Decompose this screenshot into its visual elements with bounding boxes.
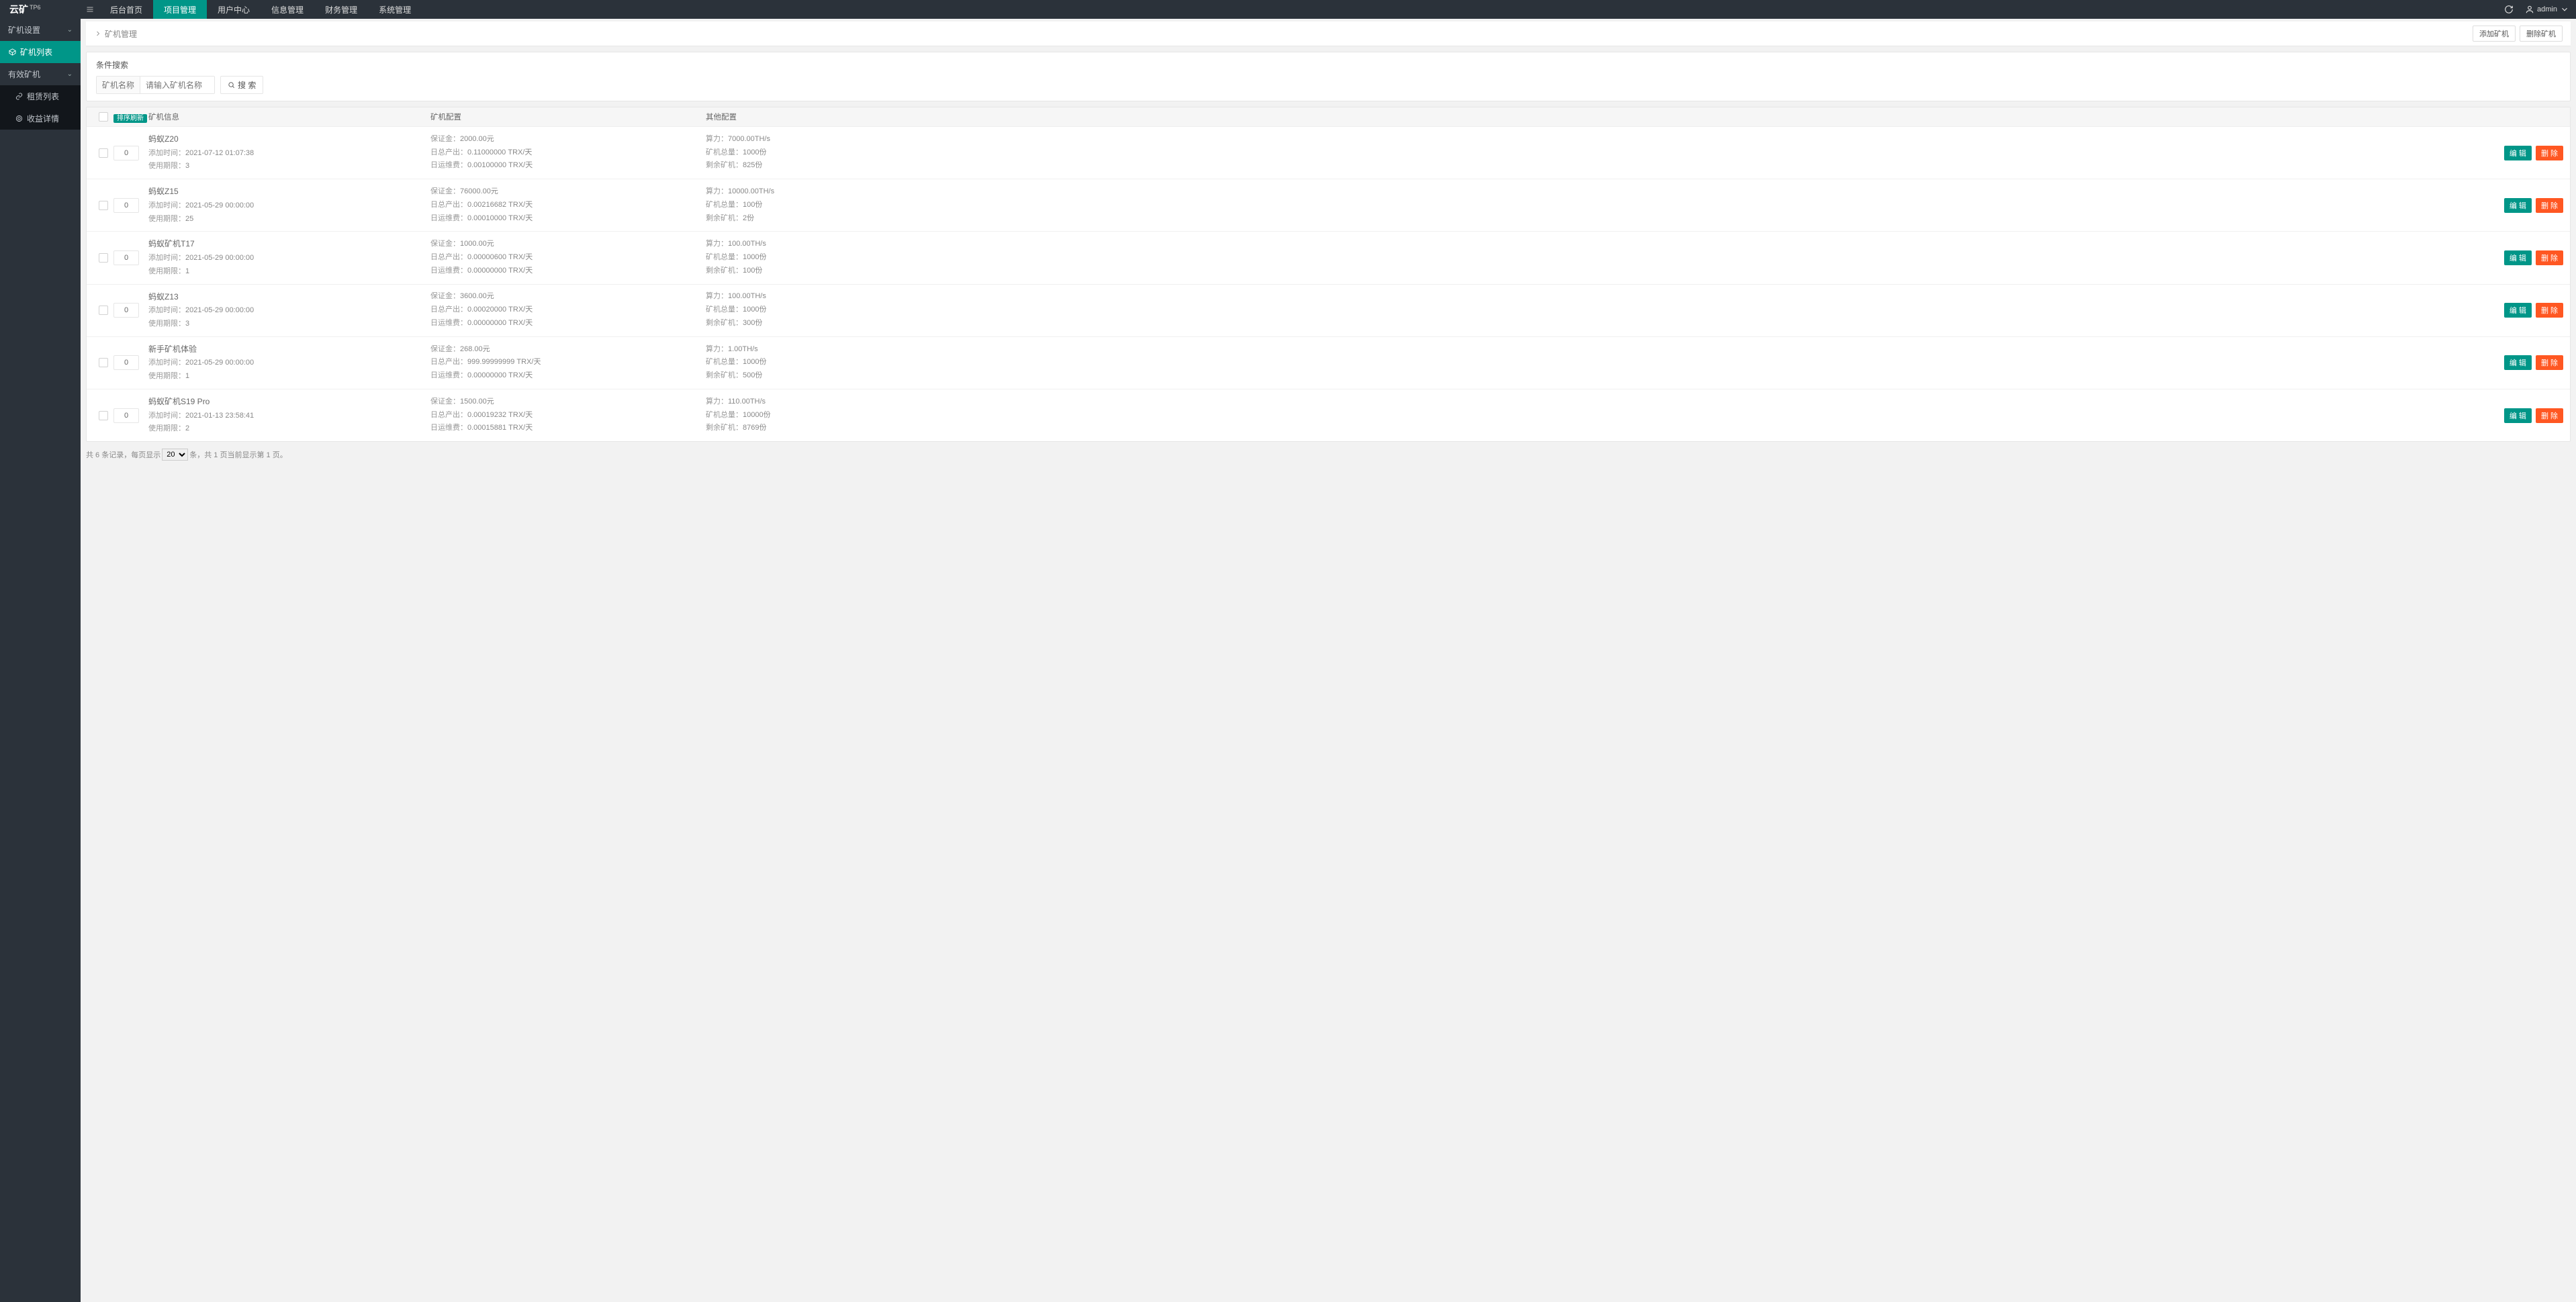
sort-input[interactable] <box>113 146 139 160</box>
row-checkbox[interactable] <box>99 411 108 420</box>
edit-button[interactable]: 编 辑 <box>2504 250 2532 265</box>
search-icon <box>228 81 235 89</box>
search-button-label: 搜 索 <box>238 79 256 91</box>
row-checkbox[interactable] <box>99 253 108 263</box>
delete-button[interactable]: 删 除 <box>2536 355 2563 370</box>
cube-icon <box>8 48 16 56</box>
user-name: admin <box>2537 5 2557 13</box>
th-conf: 矿机配置 <box>430 111 706 122</box>
row-checkbox[interactable] <box>99 306 108 315</box>
menu-toggle-icon[interactable] <box>81 0 99 19</box>
miner-table: 排序刷新 矿机信息 矿机配置 其他配置 蚂蚁Z20 添加时间：2021-07-1… <box>86 107 2571 442</box>
main: 矿机管理 添加矿机 删除矿机 条件搜索 矿机名称 搜 索 <box>81 19 2576 1302</box>
sort-input[interactable] <box>113 303 139 318</box>
miner-name: 新手矿机体验 <box>148 342 430 357</box>
link-icon <box>15 93 23 101</box>
sidebar: 矿机设置⌄矿机列表有效矿机⌄租赁列表收益详情 <box>0 19 81 1302</box>
table-row: 蚂蚁矿机S19 Pro 添加时间：2021-01-13 23:58:41 使用期… <box>87 389 2570 441</box>
sort-refresh-tag[interactable]: 排序刷新 <box>113 114 147 123</box>
sort-input[interactable] <box>113 408 139 423</box>
brand-sup: TP6 <box>30 4 41 11</box>
delete-miner-button[interactable]: 删除矿机 <box>2520 26 2563 42</box>
chevron-down-icon: ⌄ <box>67 71 73 78</box>
pager: 共 6 条记录，每页显示 20 条，共 1 页当前显示第 1 页。 <box>86 449 2571 461</box>
topbar: 云矿 TP6 后台首页项目管理用户中心信息管理财务管理系统管理 admin <box>0 0 2576 19</box>
delete-button[interactable]: 删 除 <box>2536 250 2563 265</box>
page-size-select[interactable]: 20 <box>162 449 188 461</box>
search-input-group: 矿机名称 <box>96 76 215 94</box>
th-info: 矿机信息 <box>148 111 430 122</box>
topnav-item[interactable]: 后台首页 <box>99 0 153 19</box>
search-input[interactable] <box>140 77 214 93</box>
sidebar-item[interactable]: 租赁列表 <box>0 85 81 107</box>
table-head: 排序刷新 矿机信息 矿机配置 其他配置 <box>87 107 2570 127</box>
delete-button[interactable]: 删 除 <box>2536 303 2563 318</box>
pager-suffix: 条，共 1 页当前显示第 1 页。 <box>189 449 287 460</box>
miner-name: 蚂蚁Z15 <box>148 185 430 199</box>
row-checkbox[interactable] <box>99 358 108 367</box>
miner-name: 蚂蚁矿机T17 <box>148 237 430 252</box>
chevron-down-icon: ⌄ <box>67 26 73 34</box>
sidebar-item[interactable]: 收益详情 <box>0 107 81 130</box>
sidebar-item[interactable]: 矿机列表 <box>0 41 81 63</box>
search-panel-title: 条件搜索 <box>96 59 2561 71</box>
topnav-item[interactable]: 系统管理 <box>368 0 422 19</box>
chevron-down-icon <box>2560 5 2569 14</box>
user-menu[interactable]: admin <box>2525 5 2569 14</box>
breadcrumb-icon <box>94 30 102 38</box>
sidebar-group[interactable]: 矿机设置⌄ <box>0 19 81 41</box>
pager-prefix: 共 6 条记录，每页显示 <box>86 449 160 460</box>
brand: 云矿 TP6 <box>0 3 81 16</box>
breadcrumb-title: 矿机管理 <box>105 28 137 40</box>
search-button[interactable]: 搜 索 <box>220 76 263 94</box>
delete-button[interactable]: 删 除 <box>2536 146 2563 160</box>
sort-input[interactable] <box>113 198 139 213</box>
breadcrumb-bar: 矿机管理 添加矿机 删除矿机 <box>86 21 2571 46</box>
topbar-right: admin <box>2502 3 2576 16</box>
edit-button[interactable]: 编 辑 <box>2504 146 2532 160</box>
table-row: 蚂蚁Z13 添加时间：2021-05-29 00:00:00 使用期限：3 保证… <box>87 285 2570 337</box>
edit-button[interactable]: 编 辑 <box>2504 198 2532 213</box>
table-row: 蚂蚁Z20 添加时间：2021-07-12 01:07:38 使用期限：3 保证… <box>87 127 2570 179</box>
sort-input[interactable] <box>113 355 139 370</box>
delete-button[interactable]: 删 除 <box>2536 198 2563 213</box>
search-panel: 条件搜索 矿机名称 搜 索 <box>86 52 2571 101</box>
row-checkbox[interactable] <box>99 201 108 210</box>
delete-button[interactable]: 删 除 <box>2536 408 2563 423</box>
row-checkbox[interactable] <box>99 148 108 158</box>
table-row: 蚂蚁矿机T17 添加时间：2021-05-29 00:00:00 使用期限：1 … <box>87 232 2570 284</box>
select-all-checkbox[interactable] <box>99 112 108 122</box>
search-label: 矿机名称 <box>97 77 140 93</box>
top-menu: 后台首页项目管理用户中心信息管理财务管理系统管理 <box>81 0 422 19</box>
topnav-item[interactable]: 信息管理 <box>261 0 314 19</box>
topnav-item[interactable]: 财务管理 <box>314 0 368 19</box>
brand-name: 云矿 <box>9 3 28 16</box>
refresh-icon[interactable] <box>2502 3 2516 16</box>
edit-button[interactable]: 编 辑 <box>2504 408 2532 423</box>
miner-name: 蚂蚁Z13 <box>148 290 430 305</box>
topnav-item[interactable]: 用户中心 <box>207 0 261 19</box>
user-icon <box>2525 5 2534 14</box>
sidebar-group[interactable]: 有效矿机⌄ <box>0 63 81 85</box>
table-row: 新手矿机体验 添加时间：2021-05-29 00:00:00 使用期限：1 保… <box>87 337 2570 389</box>
sort-input[interactable] <box>113 250 139 265</box>
topnav-item[interactable]: 项目管理 <box>153 0 207 19</box>
table-row: 蚂蚁Z15 添加时间：2021-05-29 00:00:00 使用期限：25 保… <box>87 179 2570 232</box>
miner-name: 蚂蚁Z20 <box>148 132 430 147</box>
edit-button[interactable]: 编 辑 <box>2504 355 2532 370</box>
miner-name: 蚂蚁矿机S19 Pro <box>148 395 430 410</box>
th-other: 其他配置 <box>706 111 2489 122</box>
target-icon <box>15 115 23 123</box>
edit-button[interactable]: 编 辑 <box>2504 303 2532 318</box>
add-miner-button[interactable]: 添加矿机 <box>2473 26 2516 42</box>
